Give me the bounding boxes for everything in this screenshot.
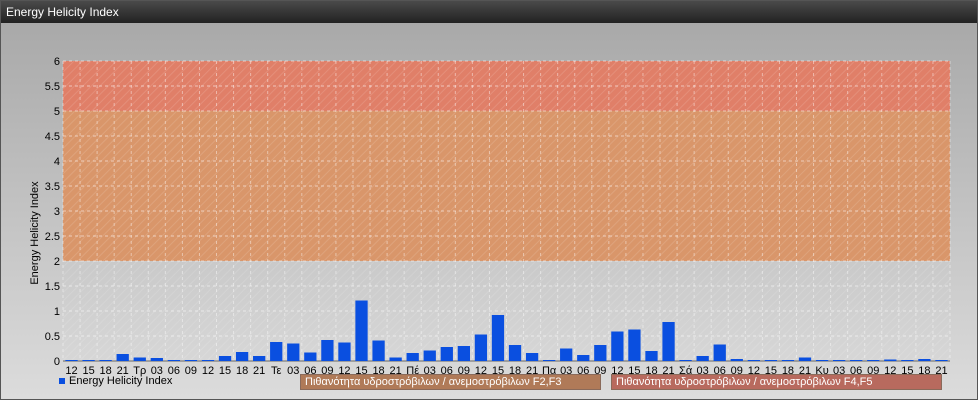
bar-22: [440, 347, 453, 361]
y-tick-label: 5.5: [45, 81, 60, 93]
bar-7: [184, 360, 198, 361]
x-tick-label: 09: [185, 365, 197, 377]
bar-5: [150, 358, 163, 361]
y-tick-label: 1: [54, 306, 60, 318]
legend-band-f4-f5: Πιθανότητα υδροστρόβιλων / ανεμοστρόβιλω…: [611, 374, 942, 390]
bar-23: [457, 346, 470, 361]
window-title: Energy Helicity Index: [1, 1, 977, 23]
bar-15: [321, 340, 334, 361]
y-tick-label: 6: [54, 56, 60, 68]
bar-40: [747, 360, 760, 361]
bar-49: [901, 360, 914, 361]
x-tick-label: 15: [219, 365, 231, 377]
bar-19: [389, 357, 402, 361]
bar-18: [372, 340, 385, 361]
bar-0: [65, 360, 78, 361]
bar-1: [82, 360, 95, 361]
bar-51: [935, 360, 948, 361]
bar-35: [662, 322, 675, 361]
plot-area: 0 0.5 1 1.5 2 2.5 3 3.5 4 4.5 5 5.5 6 12 15 18 21 Τρ 03 06…: [1, 23, 977, 399]
bar-12: [270, 342, 283, 361]
x-tick-label: 21: [253, 365, 265, 377]
bar-33: [628, 329, 641, 361]
bar-46: [850, 360, 863, 361]
bar-14: [304, 352, 317, 361]
bar-2: [99, 360, 112, 361]
chart-window: Energy Helicity Index 0 0.5 1 1.5 2 2.5 3 3.5 4 4…: [0, 0, 978, 400]
bar-17: [355, 300, 368, 361]
bar-39: [730, 359, 743, 361]
bar-24: [474, 334, 488, 361]
bar-16: [338, 342, 351, 361]
bar-50: [918, 359, 931, 361]
bar-3: [116, 354, 129, 361]
bar-9: [218, 356, 232, 361]
bar-32: [611, 331, 624, 361]
bar-47: [867, 360, 880, 361]
y-tick-label: 4.5: [45, 131, 60, 143]
chart-svg: 00.511.522.533.544.555.56 12 15 18 21 Τρ 03 06…: [29, 56, 951, 377]
bar-6: [167, 360, 181, 361]
y-tick-label: 3.5: [45, 181, 60, 193]
y-tick-label: 2.5: [45, 231, 60, 243]
y-tick-label: 3: [54, 206, 60, 218]
x-tick-label: 12: [202, 365, 214, 377]
bar-25: [491, 315, 505, 361]
y-axis-label: Energy Helicity Index: [29, 181, 41, 285]
bar-4: [133, 357, 146, 361]
legend-series-label: Energy Helicity Index: [69, 375, 173, 387]
x-tick-label: 18: [236, 365, 248, 377]
bar-21: [423, 350, 436, 361]
bar-30: [577, 355, 590, 361]
y-tick-label: 0: [54, 356, 60, 368]
bar-8: [201, 360, 215, 361]
legend-band-f2-f3: Πιθανότητα υδροστρόβιλων / ανεμοστρόβιλω…: [300, 374, 601, 390]
bar-29: [560, 348, 573, 361]
bar-42: [781, 360, 795, 361]
legend-series: Energy Helicity Index: [59, 375, 172, 387]
x-tick-label: 03: [287, 365, 299, 377]
bar-13: [287, 343, 300, 361]
bar-37: [696, 356, 709, 361]
bar-26: [508, 345, 522, 361]
y-tick-label: 2: [54, 256, 60, 268]
bar-44: [815, 360, 829, 361]
bar-48: [884, 359, 897, 361]
y-tick-label: 4: [54, 156, 60, 168]
bar-20: [406, 353, 419, 361]
bar-28: [543, 360, 556, 361]
bar-11: [253, 356, 266, 361]
bar-36: [679, 360, 692, 361]
bar-34: [645, 351, 658, 361]
legend-series-swatch: [59, 378, 65, 384]
bar-43: [798, 357, 812, 361]
y-tick-label: 5: [54, 106, 60, 118]
x-tick-label: Τε: [271, 365, 282, 377]
bar-38: [713, 344, 726, 361]
bar-31: [594, 345, 607, 361]
bar-41: [764, 360, 778, 361]
bar-27: [525, 353, 539, 361]
y-tick-label: 0.5: [45, 331, 60, 343]
bar-10: [235, 352, 249, 361]
bar-45: [832, 360, 846, 361]
y-tick-label: 1.5: [45, 281, 60, 293]
